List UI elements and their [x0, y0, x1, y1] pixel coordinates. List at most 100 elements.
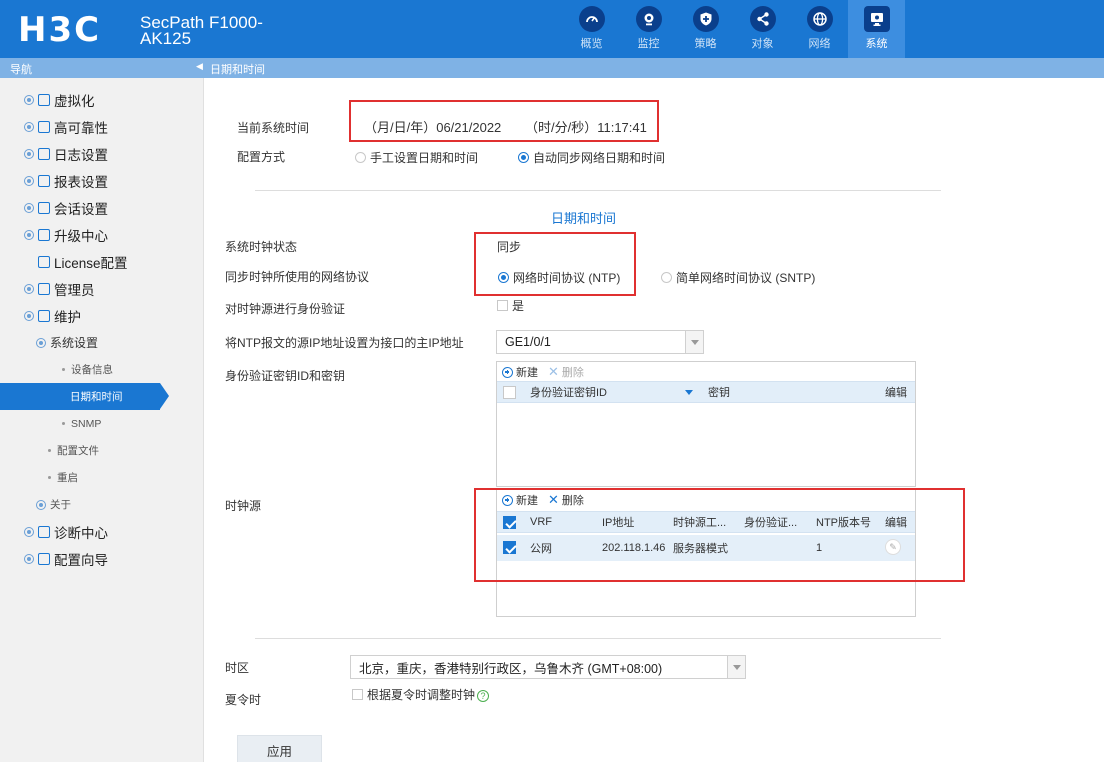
sidebar-item-label: SNMP [71, 417, 102, 430]
gauge-icon [578, 6, 605, 32]
main-nav-tabs: 概览 监控 策略 对象 网络 系统 [563, 0, 905, 58]
sidebar-item-label: 诊断中心 [54, 525, 108, 541]
auto-mode-radio[interactable]: 自动同步网络日期和时间 [518, 149, 665, 166]
expand-icon [24, 283, 34, 294]
clock-status-label: 系统时钟状态 [225, 240, 298, 254]
shield-icon [38, 120, 50, 133]
globe-icon [806, 6, 833, 32]
apply-button[interactable]: 应用 [237, 735, 322, 762]
sidebar-item-maintenance[interactable]: 维护 [24, 302, 204, 329]
timezone-label: 时区 [225, 661, 250, 675]
key-delete-button[interactable]: ✕ 删除 [548, 364, 584, 380]
expand-icon [36, 337, 46, 348]
col-key-id[interactable]: 身份验证密钥ID [530, 384, 607, 400]
tab-monitor[interactable]: 监控 [620, 0, 677, 58]
bullet-icon [48, 449, 51, 452]
tab-system[interactable]: 系统 [848, 0, 905, 58]
tab-policy-label: 策略 [694, 38, 717, 50]
sort-down-icon[interactable] [685, 390, 693, 395]
dst-checkbox[interactable]: 根据夏令时调整时钟? [352, 686, 490, 703]
shield-icon [692, 6, 719, 32]
sidebar-item-admin[interactable]: 管理员 [24, 275, 204, 302]
sidebar-item-log[interactable]: 日志设置 [24, 140, 204, 167]
chevron-down-icon[interactable] [685, 331, 703, 353]
h3c-logo: H3C [18, 10, 102, 50]
timezone-select[interactable]: 北京，重庆，香港特别行政区，乌鲁木齐 (GMT+08:00) [350, 655, 746, 679]
sidebar-item-label: 系统设置 [50, 336, 99, 350]
tab-monitor-label: 监控 [637, 38, 660, 50]
expand-icon [24, 175, 34, 186]
sidebar-item-config-file[interactable]: 配置文件 [48, 437, 204, 464]
key-new-button[interactable]: 新建 [502, 364, 538, 380]
sidebar-item-wizard[interactable]: 配置向导 [24, 545, 204, 572]
protocol-label: 同步时钟所使用的网络协议 [225, 270, 370, 284]
chevron-down-icon[interactable] [727, 656, 745, 678]
wizard-icon [38, 552, 50, 565]
sidebar-item-label: 管理员 [54, 282, 95, 298]
auto-mode-label: 自动同步网络日期和时间 [533, 151, 666, 165]
sidebar-item-label: 报表设置 [54, 174, 108, 190]
ntp-radio[interactable]: 网络时间协议 (NTP) [498, 269, 620, 286]
delete-label: 删除 [561, 367, 584, 379]
key-table: 新建 ✕ 删除 身份验证密钥ID 密钥 编辑 [496, 361, 916, 487]
bullet-icon [48, 476, 51, 479]
expand-icon [24, 526, 34, 537]
sntp-radio[interactable]: 简单网络时间协议 (SNTP) [661, 269, 815, 286]
log-icon [38, 147, 50, 160]
divider [255, 638, 941, 639]
diagnostic-icon [38, 525, 50, 538]
sidebar-item-date-time[interactable]: 日期和时间 [0, 383, 169, 410]
sidebar-item-report[interactable]: 报表设置 [24, 167, 204, 194]
auth-label: 对时钟源进行身份验证 [225, 302, 346, 316]
sidebar-nav: 虚拟化 高可靠性 日志设置 报表设置 会话设置 升级中心 License配置 管… [0, 78, 204, 762]
tab-network-label: 网络 [808, 38, 831, 50]
product-name: SecPath F1000- AK125 [140, 14, 263, 47]
col-key[interactable]: 密钥 [708, 384, 730, 400]
radio-on [498, 272, 509, 283]
sidebar-item-diagnostic[interactable]: 诊断中心 [24, 518, 204, 545]
checkbox-off [352, 689, 363, 700]
sidebar-item-license[interactable]: License配置 [38, 248, 204, 275]
sidebar-item-reboot[interactable]: 重启 [48, 464, 204, 491]
dst-label: 夏令时 [225, 693, 262, 707]
tab-network[interactable]: 网络 [791, 0, 848, 58]
sidebar-item-device-info[interactable]: 设备信息 [62, 356, 204, 383]
report-icon [38, 174, 50, 187]
sidebar-item-virtualization[interactable]: 虚拟化 [24, 86, 204, 113]
key-table-header: 身份验证密钥ID 密钥 编辑 [497, 381, 915, 403]
sidebar-item-label: 配置文件 [57, 445, 99, 457]
sidebar-item-label: 升级中心 [54, 228, 108, 244]
sidebar-item-ha[interactable]: 高可靠性 [24, 113, 204, 140]
radio-off [355, 152, 366, 163]
breadcrumb: 日期和时间 [210, 64, 265, 76]
help-icon[interactable]: ? [477, 690, 490, 702]
share-icon [749, 6, 776, 32]
sidebar-item-label: 日志设置 [54, 147, 108, 163]
sidebar-item-system-settings[interactable]: 系统设置 [36, 329, 204, 356]
tab-object[interactable]: 对象 [734, 0, 791, 58]
src-interface-select[interactable]: GE1/0/1 [496, 330, 704, 354]
sidebar-item-snmp[interactable]: SNMP [62, 410, 204, 437]
sidebar-item-about[interactable]: 关于 [36, 491, 204, 518]
upload-icon [38, 228, 50, 241]
sidebar-item-upgrade[interactable]: 升级中心 [24, 221, 204, 248]
expand-icon [24, 229, 34, 240]
sidebar-item-session[interactable]: 会话设置 [24, 194, 204, 221]
current-time-label: 当前系统时间 [237, 121, 310, 135]
expand-icon [24, 148, 34, 159]
dst-option-label: 根据夏令时调整时钟 [367, 688, 476, 702]
select-all-checkbox[interactable] [503, 386, 516, 399]
screen-icon [863, 6, 890, 32]
key-label: 身份验证密钥ID和密钥 [225, 369, 346, 383]
auth-checkbox[interactable]: 是 [497, 297, 524, 314]
manual-mode-radio[interactable]: 手工设置日期和时间 [355, 149, 478, 166]
tab-overview[interactable]: 概览 [563, 0, 620, 58]
key-toolbar: 新建 ✕ 删除 [502, 363, 594, 381]
divider [255, 190, 941, 191]
collapse-sidebar-icon[interactable]: ◀ [196, 61, 203, 72]
sntp-label: 简单网络时间协议 (SNTP) [676, 271, 816, 285]
ntp-label: 网络时间协议 (NTP) [513, 271, 621, 285]
tab-policy[interactable]: 策略 [677, 0, 734, 58]
top-header: H3C SecPath F1000- AK125 概览 监控 策略 对象 网络 … [0, 0, 1104, 58]
auth-yes-label: 是 [512, 299, 525, 313]
